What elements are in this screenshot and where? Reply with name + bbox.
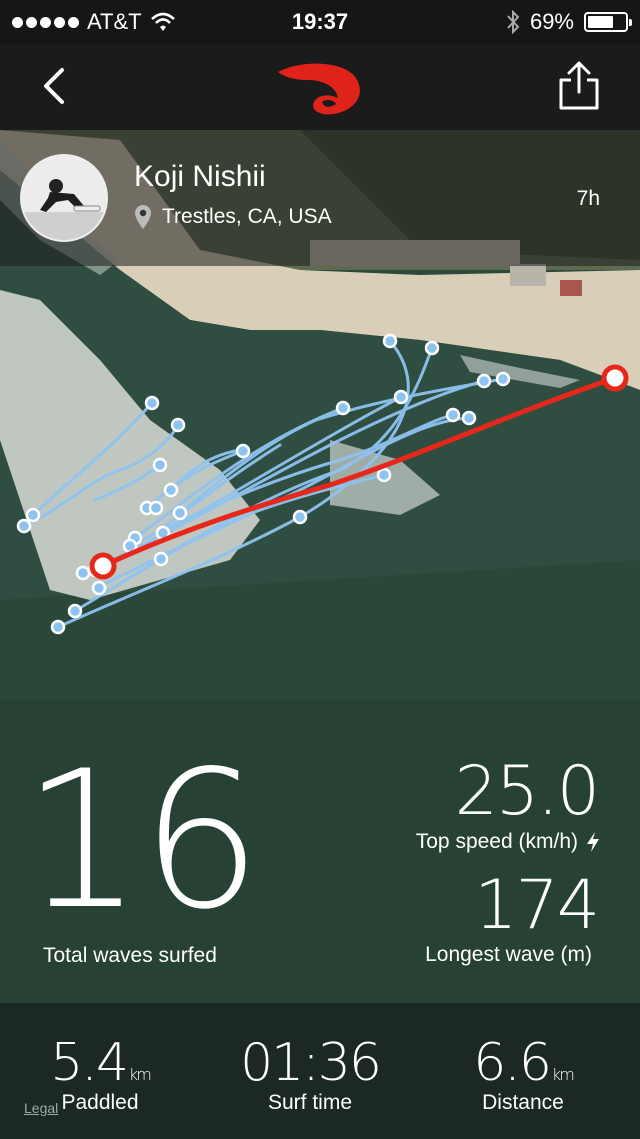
longest-wave-value: 174 xyxy=(474,866,600,945)
share-button[interactable] xyxy=(556,60,602,112)
distance-unit: km xyxy=(551,1065,575,1084)
location-pin-icon xyxy=(135,205,151,229)
surfer-profile: Koji Nishii Trestles, CA, USA 7h xyxy=(0,130,640,266)
lightning-icon xyxy=(587,832,599,852)
distance-stat: 6.6 km Distance xyxy=(458,1033,588,1115)
longest-wave-label: Longest wave (m) xyxy=(425,943,592,966)
session-screen: AT&T 19:37 69% Koji Nishii Trestles, CA,… xyxy=(0,0,640,1139)
session-age: 7h xyxy=(576,187,600,210)
surfer-photo xyxy=(22,156,106,240)
back-button[interactable] xyxy=(36,64,76,108)
bluetooth-icon xyxy=(507,10,520,34)
paddled-value: 5.4 xyxy=(50,1033,129,1093)
battery-percent: 69% xyxy=(529,9,574,34)
top-speed-label: Top speed (km/h) xyxy=(415,830,578,853)
surf-time-stat: 01:36 Surf time xyxy=(235,1033,385,1115)
total-waves-value: 16 xyxy=(22,730,262,951)
session-location: Trestles, CA, USA xyxy=(134,204,332,230)
distance-value: 6.6 xyxy=(473,1033,552,1093)
distance-label: Distance xyxy=(482,1091,564,1114)
status-bar: AT&T 19:37 69% xyxy=(0,0,640,44)
summary-bar: 5.4 km Paddled 01:36 Surf time 6.6 km Dist… xyxy=(0,1003,640,1139)
total-waves-label: Total waves surfed xyxy=(43,944,217,967)
nav-bar xyxy=(0,44,640,130)
battery-icon xyxy=(584,12,632,32)
top-speed-value: 25.0 xyxy=(454,752,600,831)
surfer-name: Koji Nishii xyxy=(134,160,266,193)
route-end-marker[interactable] xyxy=(89,552,117,580)
legal-link[interactable]: Legal xyxy=(24,1100,58,1116)
avatar[interactable] xyxy=(20,154,108,242)
paddled-unit: km xyxy=(128,1065,152,1084)
surf-time-label: Surf time xyxy=(267,1091,353,1114)
location-label: Trestles, CA, USA xyxy=(162,205,332,228)
surf-time-value: 01:36 xyxy=(240,1033,382,1093)
top-speed-row: Top speed (km/h) xyxy=(416,830,600,854)
ripcurl-logo xyxy=(278,63,360,115)
route-start-marker[interactable] xyxy=(601,364,629,392)
